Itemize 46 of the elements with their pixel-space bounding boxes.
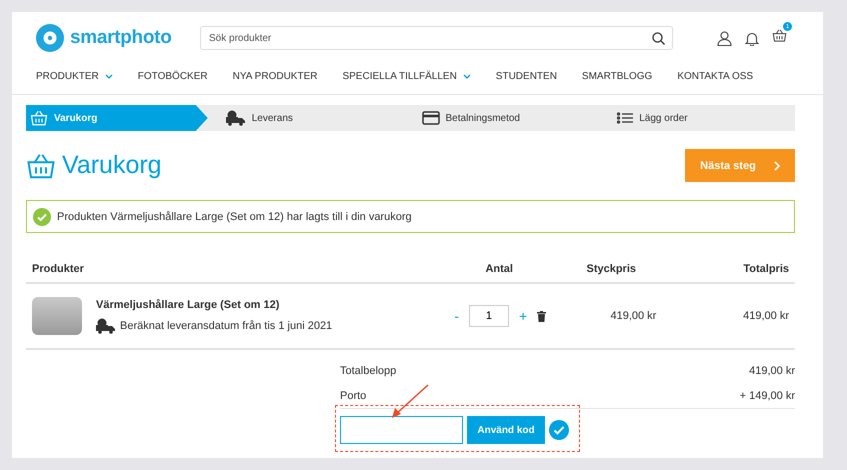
- product-photo-placeholder: [32, 297, 82, 335]
- summary-label: Totalbelopp: [340, 364, 396, 376]
- check-circle-icon: [549, 420, 569, 440]
- summary-label: Porto: [340, 390, 366, 402]
- checkout-step[interactable]: Betalningsmetod: [404, 105, 600, 131]
- check-circle-icon: [33, 208, 51, 226]
- product-name: Värmeljushållare Large (Set om 12): [96, 298, 280, 310]
- unit-price: 419,00 kr: [580, 283, 706, 349]
- alert-text: Produkten Värmeljushållare Large (Set om 12) har lagts till i din varukorg: [57, 210, 412, 222]
- list-icon: [617, 112, 634, 124]
- chevron-down-icon: [462, 74, 471, 78]
- user-icon[interactable]: [717, 30, 732, 46]
- bell-icon[interactable]: [745, 30, 759, 46]
- column-header: Produkter: [26, 256, 418, 283]
- logo-icon: [36, 24, 64, 52]
- logo-text: smartphoto: [70, 27, 172, 49]
- column-header: Antal: [418, 256, 580, 283]
- chevron-down-icon: [104, 74, 113, 78]
- page-title: Varukorg: [62, 151, 162, 180]
- summary-value: 419,00 kr: [749, 364, 795, 376]
- nav-item[interactable]: FOTOBÖCKER: [138, 70, 208, 82]
- chevron-right-icon: [774, 160, 780, 170]
- nav-item[interactable]: SMARTBLOGG: [582, 70, 652, 82]
- nav-item[interactable]: NYA PRODUKTER: [232, 70, 318, 82]
- annotation-arrow: [390, 384, 430, 420]
- search-field[interactable]: Sök produkter: [200, 26, 673, 50]
- nav-item[interactable]: KONTAKTA OSS: [677, 70, 754, 82]
- discount-code-field[interactable]: [340, 416, 463, 444]
- truck-icon: [96, 318, 116, 334]
- trash-icon[interactable]: [537, 310, 546, 322]
- nav-item[interactable]: STUDENTEN: [496, 70, 557, 82]
- basket-icon: [30, 109, 48, 127]
- column-header: Styckpris: [580, 256, 706, 283]
- column-header: Totalpris: [706, 256, 795, 283]
- nav-item[interactable]: PRODUKTER: [36, 70, 113, 82]
- credit-card-icon: [422, 111, 440, 125]
- delivery-date: Beräknat leveransdatum från tis 1 juni 2021: [120, 320, 332, 332]
- total-price: 419,00 kr: [706, 283, 795, 349]
- nav-item[interactable]: SPECIELLA TILLFÄLLEN: [342, 70, 471, 82]
- search-icon[interactable]: [652, 32, 665, 45]
- cart-icon: [772, 28, 787, 43]
- summary-value: + 149,00 kr: [740, 390, 795, 402]
- checkout-step[interactable]: Lägg order: [599, 105, 795, 131]
- truck-icon: [226, 110, 246, 126]
- checkout-step[interactable]: Leverans: [208, 105, 404, 131]
- quantity-field[interactable]: 1: [468, 305, 509, 327]
